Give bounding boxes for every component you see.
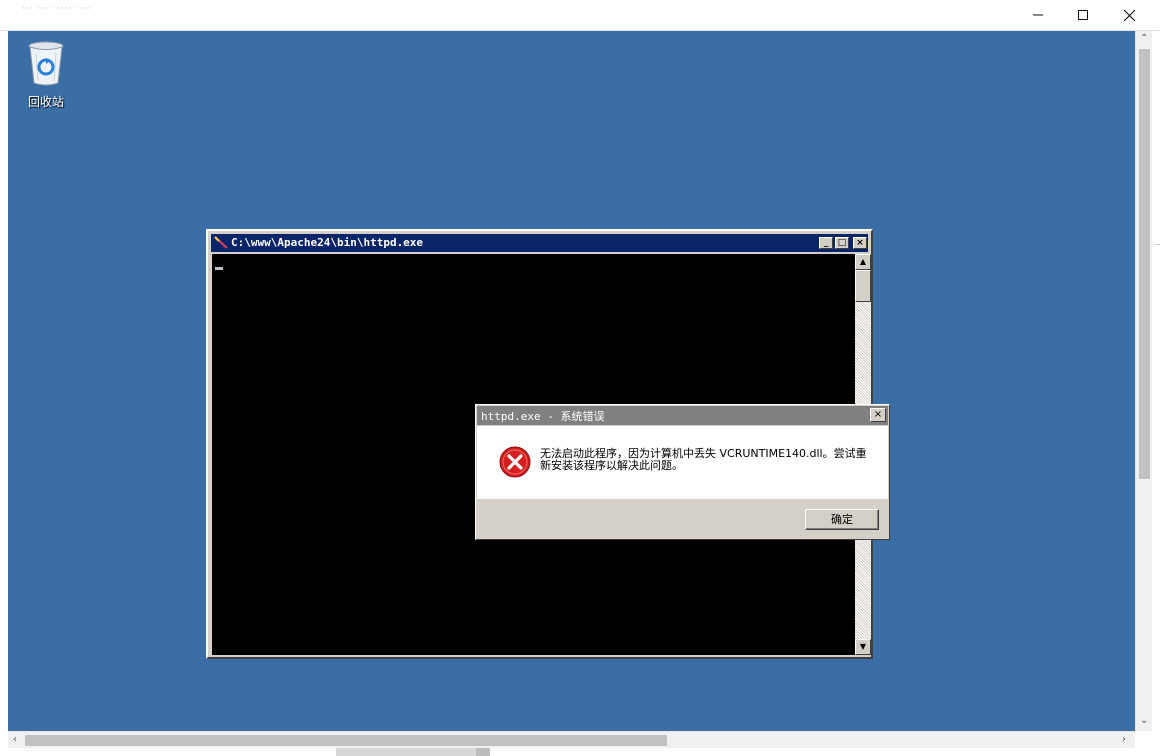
- scroll-right-icon[interactable]: ›: [1122, 735, 1126, 745]
- console-close-button[interactable]: ×: [853, 237, 867, 249]
- minimize-icon: [1033, 14, 1043, 16]
- host-titlebar: ··· ···· ···· ····: [0, 0, 1160, 31]
- console-title: C:\www\Apache24\bin\httpd.exe: [231, 236, 424, 249]
- desktop-icon-recycle-bin[interactable]: 回收站: [20, 39, 72, 110]
- maximize-icon: [1078, 10, 1088, 20]
- close-icon: [1123, 9, 1135, 21]
- scroll-left-icon[interactable]: ‹: [13, 735, 17, 745]
- console-scroll-down-button[interactable]: ▼: [855, 639, 871, 655]
- scroll-up-icon[interactable]: ⌃: [1140, 34, 1148, 44]
- error-dialog[interactable]: httpd.exe - 系统错误 × 无法启动此程序，因为计算机中丢失 VCRU…: [475, 404, 890, 540]
- host-horizontal-scroll-thumb[interactable]: [25, 735, 667, 746]
- bottom-edge-bar: [336, 748, 476, 756]
- host-maximize-button[interactable]: [1060, 0, 1106, 30]
- host-close-button[interactable]: [1106, 0, 1152, 30]
- host-window-title: ··· ···· ···· ····: [22, 4, 92, 14]
- ok-button[interactable]: 确定: [805, 509, 879, 530]
- console-scroll-up-button[interactable]: ▲: [855, 254, 871, 270]
- right-edge-strip: [1152, 31, 1160, 756]
- host-vertical-scroll-thumb[interactable]: [1139, 49, 1150, 479]
- host-vertical-scrollbar[interactable]: ⌃ ⌄: [1135, 31, 1152, 731]
- host-minimize-button[interactable]: [1015, 0, 1061, 30]
- error-icon: [499, 446, 531, 478]
- console-scroll-thumb[interactable]: [855, 270, 871, 302]
- console-cursor: [215, 267, 223, 270]
- dialog-titlebar[interactable]: httpd.exe - 系统错误 ×: [477, 406, 888, 425]
- scroll-down-icon[interactable]: ⌄: [1140, 716, 1148, 726]
- bottom-edge-bar-handle: [476, 748, 490, 756]
- dialog-close-button[interactable]: ×: [870, 408, 886, 422]
- dialog-message: 无法启动此程序，因为计算机中丢失 VCRUNTIME140.dll。尝试重新安装…: [540, 447, 867, 472]
- dialog-title: httpd.exe - 系统错误: [481, 410, 605, 423]
- console-titlebar[interactable]: C:\www\Apache24\bin\httpd.exe _ □ ×: [211, 234, 868, 252]
- console-minimize-button[interactable]: _: [819, 237, 833, 249]
- dialog-content: 无法启动此程序，因为计算机中丢失 VCRUNTIME140.dll。尝试重新安装…: [477, 426, 888, 499]
- bottom-edge-strip: [0, 748, 1160, 756]
- host-horizontal-scrollbar[interactable]: ‹ ›: [8, 731, 1135, 748]
- console-maximize-button[interactable]: □: [835, 237, 849, 249]
- right-edge-mark: [1154, 244, 1160, 245]
- recycle-bin-label: 回收站: [27, 95, 64, 109]
- recycle-bin-icon: [28, 41, 64, 86]
- console-app-icon: [214, 236, 228, 249]
